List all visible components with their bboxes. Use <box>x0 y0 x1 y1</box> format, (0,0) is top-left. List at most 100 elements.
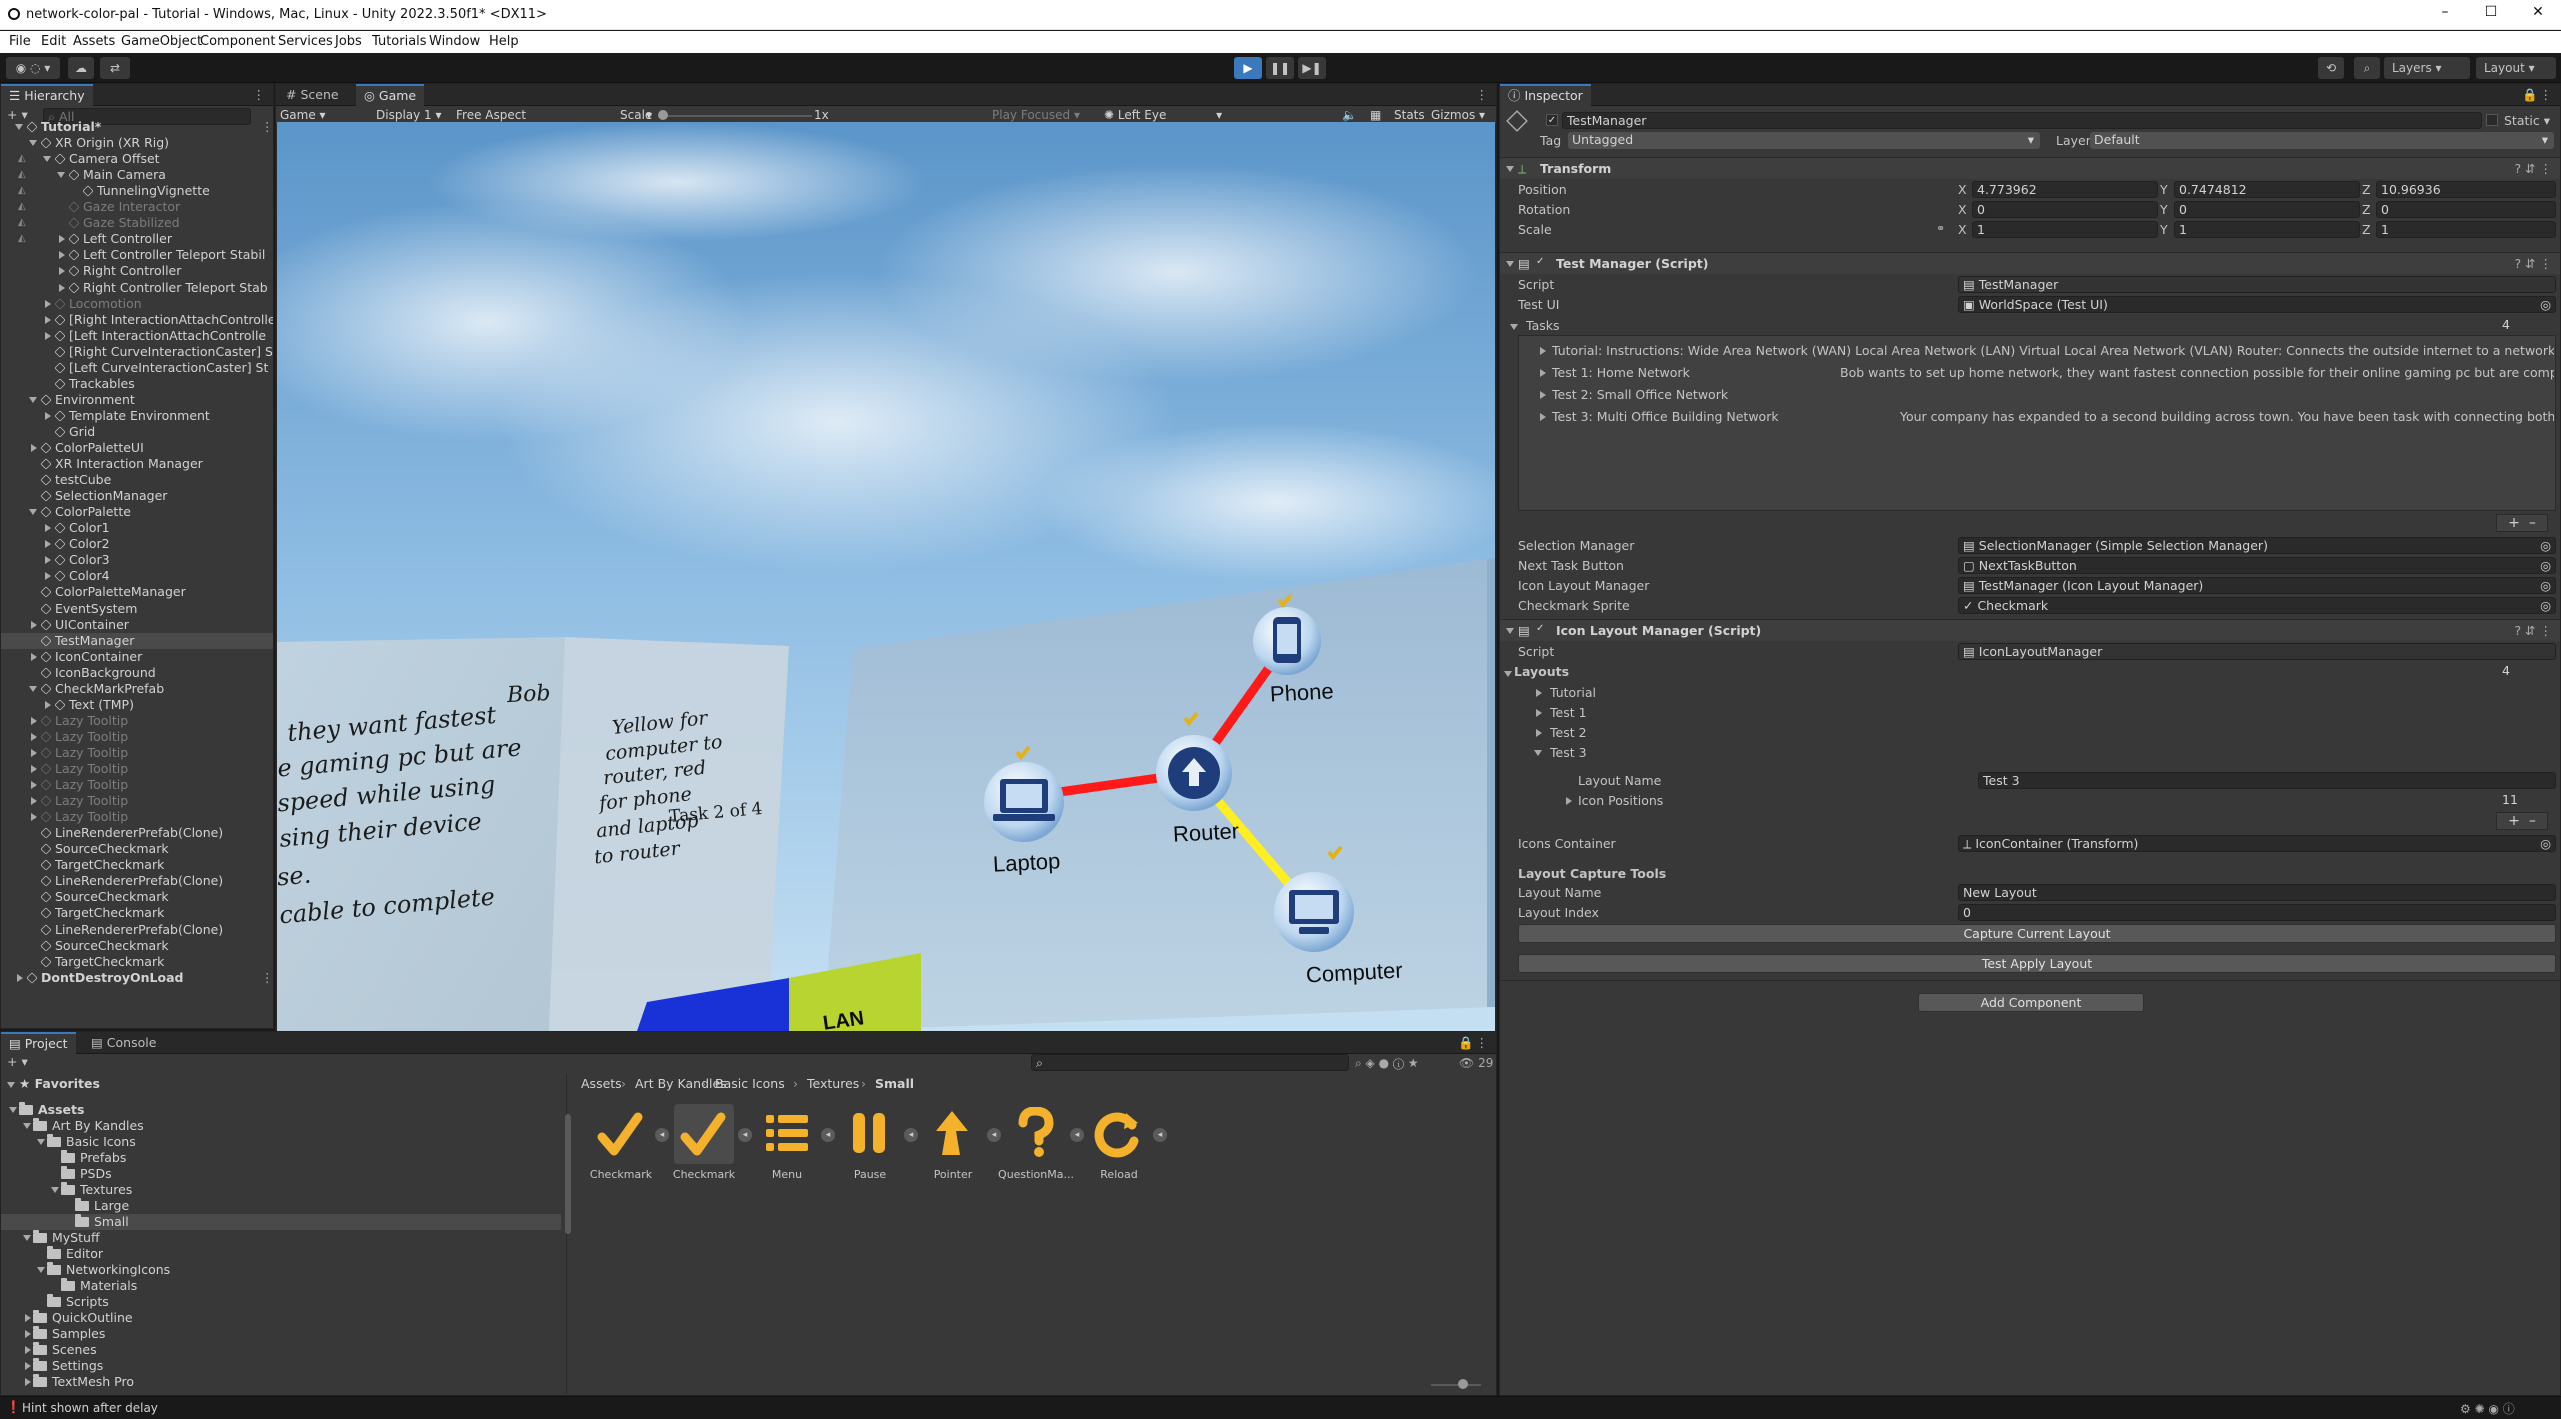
add-component-button[interactable]: Add Component <box>1918 993 2144 1012</box>
collapse-arrow-icon[interactable] <box>45 331 51 340</box>
collapse-arrow-icon[interactable] <box>31 748 37 757</box>
project-folder[interactable]: Materials <box>1 1278 561 1294</box>
hierarchy-item[interactable]: Color1 <box>1 520 273 536</box>
expand-arrow-icon[interactable] <box>29 685 37 692</box>
capture-layout-index-field[interactable]: 0 <box>1958 904 2556 921</box>
project-folder[interactable]: Scripts <box>1 1294 561 1310</box>
collapse-arrow-icon[interactable] <box>31 797 37 806</box>
asset-tile[interactable]: ◂ Pause <box>830 1098 918 1181</box>
expand-arrow-icon[interactable] <box>51 1187 59 1193</box>
hierarchy-item[interactable]: IconBackground <box>1 665 273 681</box>
maximize-button[interactable]: ☐ <box>2478 4 2504 26</box>
breadcrumb-item[interactable]: Assets <box>581 1076 622 1091</box>
expand-arrow-icon[interactable] <box>29 509 37 516</box>
game-dropdown[interactable]: Game ▾ <box>280 108 326 122</box>
panel-menu-icon[interactable]: ⋮ <box>1476 87 1489 102</box>
hierarchy-item[interactable]: SourceCheckmark <box>1 938 273 954</box>
hierarchy-item[interactable]: XR Interaction Manager <box>1 456 273 472</box>
zoom-slider-handle[interactable] <box>1458 1379 1468 1389</box>
expand-arrow-icon[interactable] <box>1540 347 1546 355</box>
collapse-arrow-icon[interactable] <box>45 411 51 420</box>
hierarchy-item[interactable]: LineRendererPrefab(Clone) <box>1 922 273 938</box>
lock-icon[interactable]: 🔒 <box>1458 1035 1474 1051</box>
menu-jobs[interactable]: Jobs <box>335 34 362 49</box>
minimize-button[interactable]: – <box>2432 4 2458 26</box>
search-icon[interactable]: ⌕ <box>2354 57 2380 79</box>
hierarchy-item[interactable]: DontDestroyOnLoad ⋮ <box>1 970 273 986</box>
collapse-arrow-icon[interactable] <box>31 652 37 661</box>
lock-icon[interactable]: 🔒 <box>2522 87 2538 103</box>
menu-gameobject[interactable]: GameObject <box>121 34 202 49</box>
hierarchy-item[interactable]: [Left InteractionAttachControlle <box>1 328 273 344</box>
capture-layout-button[interactable]: Capture Current Layout <box>1518 924 2556 943</box>
collapse-arrow-icon[interactable] <box>31 781 37 790</box>
collapse-arrow-icon[interactable] <box>59 251 65 260</box>
stats-button[interactable]: Stats <box>1394 108 1425 122</box>
menu-edit[interactable]: Edit <box>41 34 66 49</box>
collapse-arrow-icon[interactable] <box>59 267 65 276</box>
hierarchy-item[interactable]: Template Environment <box>1 408 273 424</box>
hierarchy-item[interactable]: ColorPalette <box>1 504 273 520</box>
scale-slider[interactable] <box>662 115 812 117</box>
hierarchy-item[interactable]: TargetCheckmark <box>1 954 273 970</box>
scale-z-field[interactable]: 1 <box>2376 221 2556 238</box>
zoom-slider[interactable] <box>1431 1384 1481 1386</box>
layout-item[interactable]: Test 1 <box>1500 704 2560 722</box>
project-folder[interactable]: Editor <box>1 1246 561 1262</box>
asset-tile[interactable]: ◂ Pointer <box>913 1098 1001 1181</box>
hierarchy-item[interactable]: testCube <box>1 472 273 488</box>
scale-y-field[interactable]: 1 <box>2174 221 2360 238</box>
collapse-arrow-icon[interactable] <box>25 1362 31 1370</box>
project-folder[interactable]: Textures <box>1 1182 561 1198</box>
asset-tile[interactable]: ◂ QuestionMa... <box>996 1098 1084 1181</box>
task-item[interactable]: Test 1: Home Network Bob wants to set up … <box>1520 364 2554 382</box>
asset-tile[interactable]: ◂ Checkmark <box>581 1098 669 1181</box>
component-enabled-checkbox[interactable]: ✓ <box>1536 256 1548 268</box>
hierarchy-item[interactable]: ColorPaletteManager <box>1 584 273 600</box>
hierarchy-item[interactable]: Trackables <box>1 376 273 392</box>
asset-tile[interactable]: ◂ Reload <box>1079 1098 1167 1181</box>
hierarchy-item[interactable]: ◭ Left Controller <box>1 231 273 247</box>
collapse-arrow-icon[interactable] <box>31 716 37 725</box>
breadcrumb-item[interactable]: Basic Icons <box>715 1076 785 1091</box>
hierarchy-item[interactable]: SourceCheckmark <box>1 841 273 857</box>
layers-dropdown[interactable]: Layers ▾ <box>2384 57 2470 79</box>
hierarchy-item[interactable]: ◭ Main Camera <box>1 167 273 183</box>
expand-arrow-icon[interactable] <box>1540 413 1546 421</box>
hierarchy-item[interactable]: Color2 <box>1 536 273 552</box>
component-menu-icon[interactable]: ? ⇵ ⋮ <box>2514 623 2552 638</box>
scene-menu-icon[interactable]: ⋮ <box>261 970 273 986</box>
project-filter-icons[interactable]: ⌕ ◈ ● ⓘ ★ <box>1355 1056 1419 1071</box>
collapse-arrow-icon[interactable] <box>59 283 65 292</box>
test-ui-field[interactable]: ▣ WorldSpace (Test UI) ◎ <box>1958 296 2556 313</box>
tree-scrollbar[interactable] <box>565 1114 571 1234</box>
project-folder[interactable]: TextMesh Pro <box>1 1374 561 1390</box>
status-icons[interactable]: ⚙ ✺ ◉ ⓘ <box>2460 1400 2515 1417</box>
collapse-arrow-icon[interactable] <box>17 973 23 982</box>
cloud-icon[interactable]: ☁ <box>68 57 94 79</box>
project-folder[interactable]: Basic Icons <box>1 1134 561 1150</box>
object-name-field[interactable]: TestManager <box>1562 112 2482 129</box>
eye-dropdown[interactable]: ✺ Left Eye ▾ <box>1104 108 1222 122</box>
hierarchy-item[interactable]: SelectionManager <box>1 488 273 504</box>
tasks-count[interactable]: 4 <box>2498 317 2556 334</box>
project-folder[interactable]: QuickOutline <box>1 1310 561 1326</box>
hierarchy-item[interactable]: ◭ Gaze Stabilized <box>1 215 273 231</box>
next-task-field[interactable]: ▢ NextTaskButton ◎ <box>1958 557 2556 574</box>
collapse-arrow-icon[interactable] <box>45 572 51 581</box>
hierarchy-item[interactable]: Text (TMP) <box>1 697 273 713</box>
tab-game[interactable]: ◎ Game <box>356 84 425 106</box>
project-folder[interactable]: Settings <box>1 1358 561 1374</box>
tab-inspector[interactable]: ⓘ Inspector <box>1500 84 1591 106</box>
router-node[interactable] <box>1156 735 1232 811</box>
layouts-add-remove[interactable]: + – <box>2496 812 2548 830</box>
hierarchy-item[interactable]: [Left CurveInteractionCaster] St <box>1 360 273 376</box>
expand-arrow-icon[interactable] <box>43 156 51 163</box>
laptop-node[interactable] <box>984 762 1064 842</box>
menu-file[interactable]: File <box>9 34 31 49</box>
expand-arrow-icon[interactable] <box>1540 369 1546 377</box>
hierarchy-item[interactable]: Lazy Tooltip <box>1 777 273 793</box>
menu-assets[interactable]: Assets <box>73 34 115 49</box>
breadcrumb-item[interactable]: Art By Kandles <box>635 1076 727 1091</box>
visibility-icon[interactable]: ◭ <box>18 151 26 167</box>
